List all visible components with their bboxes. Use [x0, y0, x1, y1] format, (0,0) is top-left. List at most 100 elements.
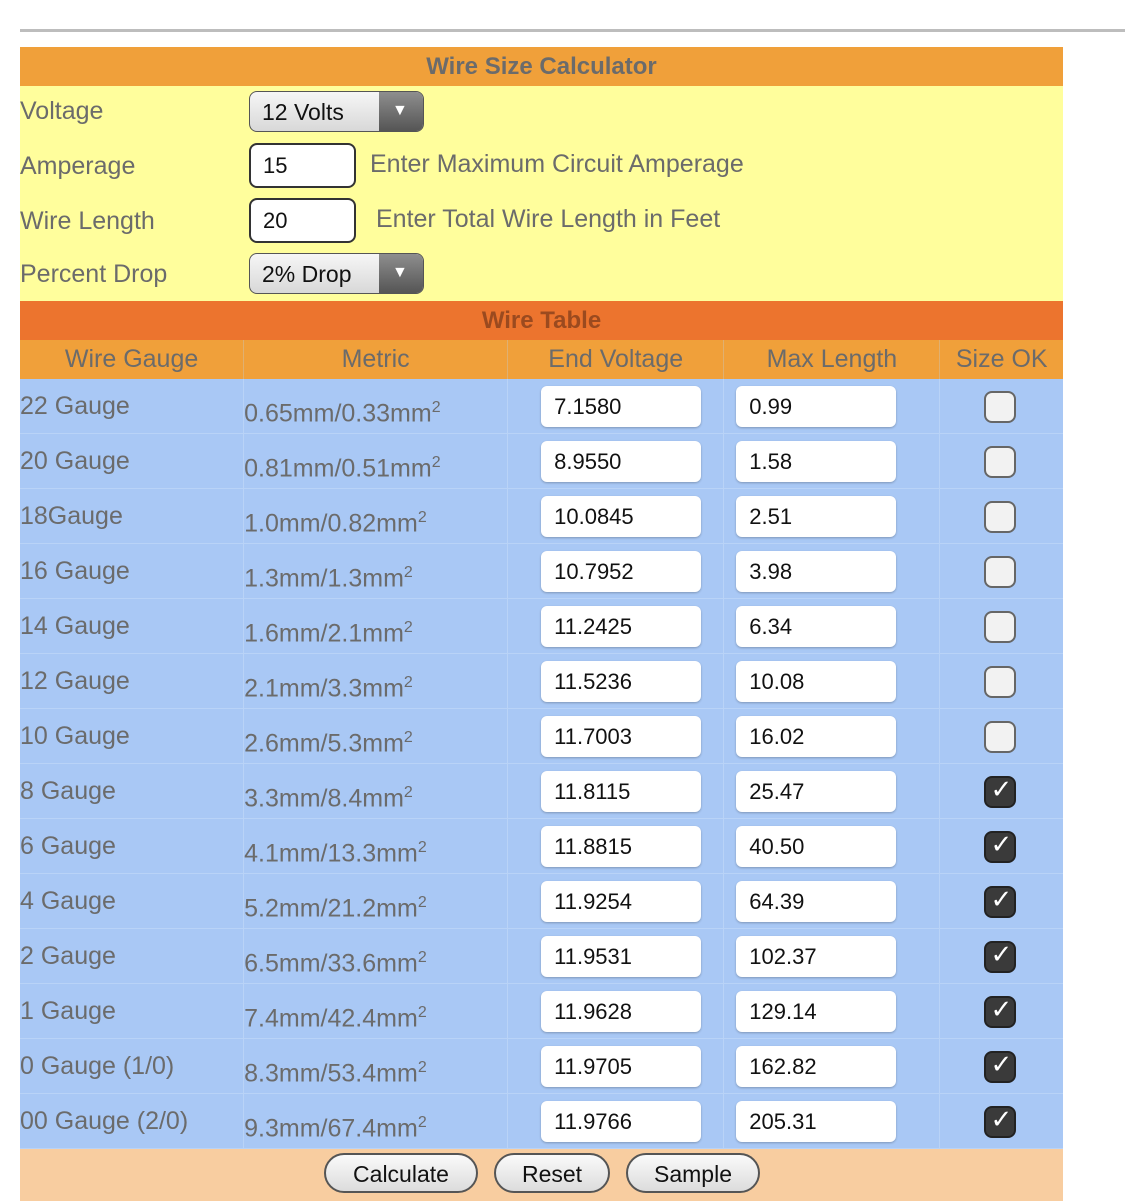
size-ok-checkbox[interactable] [984, 939, 1017, 973]
metric-cell: 3.3mm/8.4mm2 [244, 764, 509, 818]
end-voltage-field[interactable]: 8.9550 [541, 441, 702, 482]
table-row: 1 Gauge 7.4mm/42.4mm2 11.9628 129.14 [20, 984, 1063, 1039]
percent-drop-value: 2% Drop [262, 261, 352, 287]
metric-value: 2.6mm/5.3mm [244, 729, 404, 758]
table-row: 2 Gauge 6.5mm/33.6mm2 11.9531 102.37 [20, 929, 1063, 984]
table-row: 4 Gauge 5.2mm/21.2mm2 11.9254 64.39 [20, 874, 1063, 929]
metric-value: 7.4mm/42.4mm [244, 1004, 418, 1033]
metric-cell: 5.2mm/21.2mm2 [244, 874, 509, 928]
wire-gauge-cell: 00 Gauge (2/0) [20, 1094, 245, 1148]
size-ok-checkbox[interactable] [984, 611, 1017, 643]
size-ok-checkbox[interactable] [984, 1049, 1017, 1083]
size-ok-cell [940, 654, 1063, 708]
metric-cell: 2.6mm/5.3mm2 [244, 709, 509, 763]
wire-gauge-cell: 16 Gauge [20, 544, 245, 598]
table-row: 14 Gauge 1.6mm/2.1mm2 11.2425 6.34 [20, 599, 1063, 654]
max-length-cell: 162.82 [724, 1039, 941, 1093]
wire-gauge-cell: 22 Gauge [20, 379, 245, 433]
wire-size-calculator: Wire Size Calculator Voltage 12 Volts ▼ … [20, 47, 1063, 1201]
size-ok-checkbox[interactable] [984, 884, 1017, 918]
size-ok-cell [940, 1094, 1063, 1148]
metric-value: 8.3mm/53.4mm [244, 1059, 418, 1088]
wire-gauge-cell: 1 Gauge [20, 984, 245, 1038]
end-voltage-field[interactable]: 7.1580 [541, 386, 702, 427]
wire-length-hint: Enter Total Wire Length in Feet [376, 205, 721, 233]
metric-cell: 1.0mm/0.82mm2 [244, 489, 509, 543]
voltage-value: 12 Volts [262, 99, 344, 125]
size-ok-checkbox[interactable] [984, 446, 1017, 478]
max-length-field[interactable]: 2.51 [736, 496, 897, 537]
metric-cell: 4.1mm/13.3mm2 [244, 819, 509, 873]
metric-superscript: 2 [403, 619, 413, 636]
size-ok-checkbox[interactable] [984, 721, 1017, 753]
end-voltage-field[interactable]: 11.5236 [541, 661, 702, 702]
size-ok-checkbox[interactable] [984, 994, 1017, 1028]
sample-button[interactable]: Sample [626, 1153, 760, 1193]
max-length-field[interactable]: 3.98 [736, 551, 897, 592]
end-voltage-field[interactable]: 11.9531 [541, 936, 702, 977]
calculate-button[interactable]: Calculate [324, 1153, 478, 1193]
wire-gauge-cell: 2 Gauge [20, 929, 245, 983]
amperage-input[interactable]: 15 [249, 143, 356, 188]
end-voltage-field[interactable]: 11.9766 [541, 1101, 702, 1142]
end-voltage-cell: 7.1580 [508, 379, 725, 433]
max-length-field[interactable]: 6.34 [736, 606, 897, 647]
end-voltage-field[interactable]: 10.0845 [541, 496, 702, 537]
wire-length-input[interactable]: 20 [249, 198, 356, 243]
percent-drop-select[interactable]: 2% Drop ▼ [249, 253, 424, 294]
max-length-cell: 10.08 [724, 654, 941, 708]
max-length-field[interactable]: 129.14 [736, 991, 897, 1032]
max-length-field[interactable]: 16.02 [736, 716, 897, 757]
end-voltage-field[interactable]: 11.9254 [541, 881, 702, 922]
max-length-cell: 205.31 [724, 1094, 941, 1148]
voltage-dropdown-button[interactable]: ▼ [379, 92, 423, 131]
voltage-select[interactable]: 12 Volts ▼ [249, 91, 424, 132]
size-ok-checkbox[interactable] [984, 774, 1017, 808]
max-length-field[interactable]: 40.50 [736, 826, 897, 867]
max-length-cell: 2.51 [724, 489, 941, 543]
size-ok-cell [940, 599, 1063, 653]
end-voltage-field[interactable]: 11.8115 [541, 771, 702, 812]
end-voltage-field[interactable]: 10.7952 [541, 551, 702, 592]
wire-table-body: 22 Gauge 0.65mm/0.33mm2 7.1580 0.99 20 Gauge… [20, 379, 1063, 1149]
metric-superscript: 2 [403, 729, 413, 746]
max-length-cell: 102.37 [724, 929, 941, 983]
top-divider [20, 29, 1125, 32]
percent-drop-dropdown-button[interactable]: ▼ [379, 254, 423, 293]
metric-cell: 0.81mm/0.51mm2 [244, 434, 509, 488]
size-ok-checkbox[interactable] [984, 829, 1017, 863]
wire-gauge-cell: 6 Gauge [20, 819, 245, 873]
end-voltage-field[interactable]: 11.7003 [541, 716, 702, 757]
metric-superscript: 2 [431, 454, 441, 471]
button-bar: Calculate Reset Sample [20, 1149, 1063, 1201]
size-ok-cell [940, 929, 1063, 983]
size-ok-checkbox[interactable] [984, 501, 1017, 533]
max-length-field[interactable]: 205.31 [736, 1101, 897, 1142]
max-length-field[interactable]: 0.99 [736, 386, 897, 427]
chevron-down-icon: ▼ [392, 102, 408, 119]
metric-cell: 7.4mm/42.4mm2 [244, 984, 509, 1038]
calculator-title: Wire Size Calculator [20, 47, 1063, 86]
size-ok-checkbox[interactable] [984, 1104, 1017, 1138]
end-voltage-field[interactable]: 11.8815 [541, 826, 702, 867]
metric-cell: 6.5mm/33.6mm2 [244, 929, 509, 983]
header-metric: Metric [244, 340, 509, 379]
size-ok-checkbox[interactable] [984, 666, 1017, 698]
end-voltage-field[interactable]: 11.2425 [541, 606, 702, 647]
metric-superscript: 2 [403, 784, 413, 801]
end-voltage-cell: 11.2425 [508, 599, 725, 653]
end-voltage-cell: 11.9766 [508, 1094, 725, 1148]
max-length-field[interactable]: 25.47 [736, 771, 897, 812]
size-ok-checkbox[interactable] [984, 391, 1017, 423]
max-length-field[interactable]: 102.37 [736, 936, 897, 977]
max-length-field[interactable]: 10.08 [736, 661, 897, 702]
end-voltage-field[interactable]: 11.9705 [541, 1046, 702, 1087]
max-length-field[interactable]: 162.82 [736, 1046, 897, 1087]
metric-cell: 8.3mm/53.4mm2 [244, 1039, 509, 1093]
size-ok-checkbox[interactable] [984, 556, 1017, 588]
end-voltage-field[interactable]: 11.9628 [541, 991, 702, 1032]
max-length-field[interactable]: 64.39 [736, 881, 897, 922]
max-length-field[interactable]: 1.58 [736, 441, 897, 482]
reset-button[interactable]: Reset [494, 1153, 610, 1193]
metric-value: 0.81mm/0.51mm [244, 454, 432, 483]
